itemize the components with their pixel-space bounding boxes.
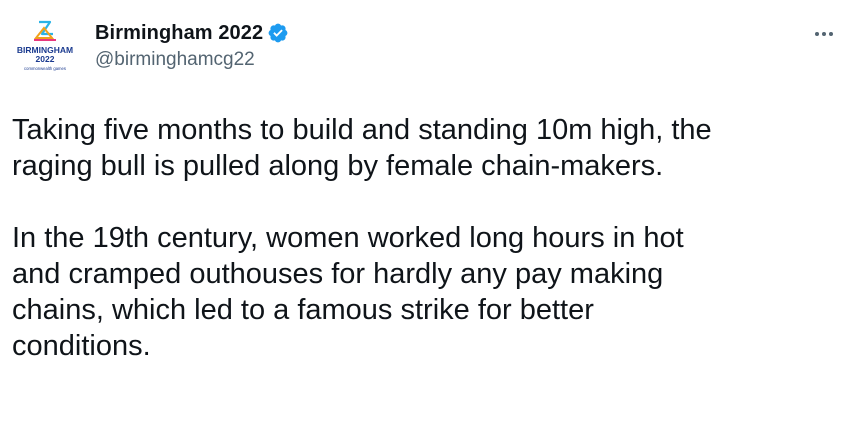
more-options-button[interactable] <box>808 22 840 46</box>
tweet-text-line: Taking five months to build and standing… <box>12 114 712 146</box>
tweet-paragraph: Taking five months to build and standing… <box>12 112 842 184</box>
tweet-text: Taking five months to build and standing… <box>12 112 842 364</box>
tweet-text-line: chains, which led to a famous strike for… <box>12 294 594 326</box>
tweet: BIRMINGHAM 2022 commonwealth games Birmi… <box>0 0 848 423</box>
display-name[interactable]: Birmingham 2022 <box>95 22 263 45</box>
tweet-text-line: and cramped outhouses for hardly any pay… <box>12 258 664 290</box>
birmingham-2022-logo-icon: BIRMINGHAM 2022 commonwealth games <box>17 20 73 71</box>
more-horizontal-icon <box>815 32 833 36</box>
verified-badge-icon <box>267 22 289 44</box>
logo-text-line2: 2022 <box>36 54 55 64</box>
tweet-header: BIRMINGHAM 2022 commonwealth games Birmi… <box>12 8 842 88</box>
author-info: Birmingham 2022 @birminghamcg22 <box>95 20 289 71</box>
avatar[interactable]: BIRMINGHAM 2022 commonwealth games <box>12 16 78 82</box>
author-handle[interactable]: @birminghamcg22 <box>95 49 289 71</box>
logo-text-line3: commonwealth games <box>24 66 66 71</box>
display-name-row: Birmingham 2022 <box>95 20 289 46</box>
tweet-text-line: raging bull is pulled along by female ch… <box>12 150 664 182</box>
tweet-text-line: In the 19th century, women worked long h… <box>12 222 684 254</box>
tweet-text-line: conditions. <box>12 330 151 362</box>
tweet-paragraph: In the 19th century, women worked long h… <box>12 220 842 364</box>
